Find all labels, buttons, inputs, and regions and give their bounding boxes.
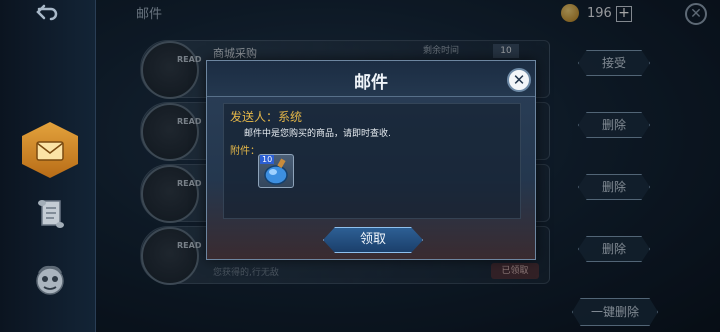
item-level: 10 [260, 155, 275, 164]
back-arrow-icon[interactable] [32, 4, 62, 26]
attachment-item[interactable]: 10 [258, 154, 294, 188]
attachment-label: 附件： [230, 146, 260, 157]
mail-letter-icon[interactable] [22, 122, 78, 178]
mail-detail-dialog: 邮件 ✕ 发送人：系统 邮件中是您购买的商品，请即时查收. 附件： 10 领取 [206, 60, 536, 260]
friend-face-icon[interactable] [22, 252, 78, 308]
dialog-close-icon[interactable]: ✕ [507, 68, 531, 92]
dialog-title: 邮件 [354, 73, 388, 93]
dialog-header: 邮件 ✕ [207, 61, 535, 97]
dialog-body: 发送人：系统 邮件中是您购买的商品，请即时查收. 附件： 10 [223, 103, 521, 219]
scroll-notice-icon[interactable] [22, 186, 78, 242]
claim-button[interactable]: 领取 [323, 227, 423, 253]
sender-label: 发送人：系统 [230, 110, 303, 124]
game-screen: 邮件 196 + ✕ READ 商城采购 剩余时间 10 READ READ R… [0, 0, 720, 332]
mail-message: 邮件中是您购买的商品，请即时查收. [244, 129, 391, 139]
sidebar [0, 0, 96, 332]
